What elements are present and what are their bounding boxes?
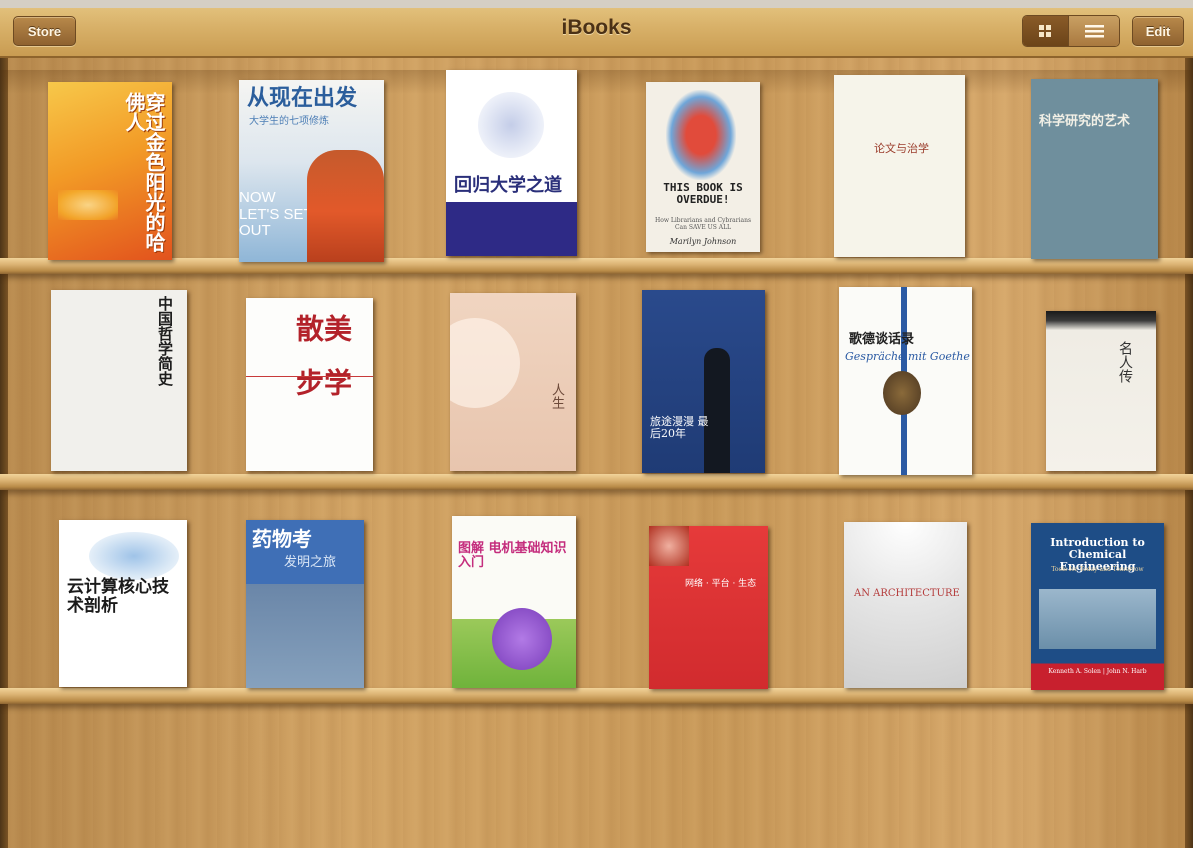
grid-view-button[interactable]	[1023, 16, 1068, 46]
top-toolbar: Store iBooks Edit	[0, 0, 1193, 58]
book-title: 歌德谈话录	[849, 332, 915, 347]
book-subtitle: How Librarians and Cybrarians Can SAVE U…	[654, 217, 752, 231]
shelf-3	[0, 688, 1193, 704]
book-title: 图解 电机基础知识入门	[458, 541, 567, 571]
book-title: 旅途漫漫 最后20年	[650, 415, 709, 441]
book-author: Marilyn Johnson	[669, 237, 737, 246]
cover-superhero-illustration	[666, 90, 736, 180]
cover-cloud-illustration	[89, 532, 179, 580]
book-cover[interactable]: 图解 电机基础知识入门	[452, 516, 576, 688]
shelf-2	[0, 474, 1193, 490]
cover-band	[446, 202, 577, 256]
book-author: Kenneth A. Solen | John N. Harb	[1048, 668, 1147, 675]
shelf-top-shadow	[0, 70, 1193, 94]
app-title: iBooks	[561, 16, 632, 39]
cover-moon	[450, 318, 520, 408]
book-english-title: NOW LET'S SET OUT	[239, 189, 313, 239]
grid-icon	[1039, 25, 1051, 37]
book-cover[interactable]: 科学研究的艺术	[1031, 79, 1158, 259]
book-title: 穿过金色阳光的哈佛人	[122, 92, 166, 252]
cover-photo-person	[307, 150, 384, 262]
book-cover[interactable]: 美学散步	[246, 298, 373, 471]
shelf-1	[0, 258, 1193, 274]
edit-button[interactable]: Edit	[1132, 16, 1184, 46]
book-cover[interactable]: 歌德谈话录 Gespräche mit Goethe	[839, 287, 972, 475]
cover-photo	[1039, 589, 1156, 649]
book-cover[interactable]: 网络 · 平台 · 生态	[649, 526, 768, 689]
book-title: AN ARCHITECTURE	[854, 588, 960, 599]
book-title: 美学散步	[292, 314, 353, 422]
book-title: 回归大学之道	[454, 175, 562, 196]
book-subtitle: 大学生的七项修炼	[249, 116, 329, 127]
book-title: 网络 · 平台 · 生态	[685, 579, 757, 589]
book-title: 名人传	[1117, 341, 1133, 383]
ibooks-app: Store iBooks Edit 穿过金色阳光的哈佛人 从现在出发 大学生的七…	[0, 0, 1193, 848]
book-cover[interactable]: 回归大学之道	[446, 70, 577, 256]
cover-rule	[246, 376, 373, 377]
cover-portrait	[883, 371, 921, 415]
view-mode-toggle	[1022, 15, 1120, 47]
book-cover[interactable]: 旅途漫漫 最后20年	[642, 290, 765, 473]
list-view-button[interactable]	[1068, 16, 1119, 46]
book-cover[interactable]: 人生	[450, 293, 576, 471]
book-title: 科学研究的艺术	[1039, 114, 1131, 129]
book-cover[interactable]: 论文与治学	[834, 75, 965, 257]
book-cover[interactable]: AN ARCHITECTURE	[844, 522, 967, 688]
book-title: 人生	[549, 383, 564, 409]
book-title: THIS BOOK IS OVERDUE!	[663, 181, 743, 207]
status-strip	[0, 0, 1193, 8]
book-title: 论文与治学	[874, 142, 929, 155]
book-title: 云计算核心技术剖析	[67, 577, 169, 616]
bookshelf-right-wall	[1185, 58, 1193, 848]
book-cover[interactable]: 穿过金色阳光的哈佛人	[48, 82, 172, 260]
list-icon	[1085, 25, 1104, 38]
book-title: 药物考	[252, 527, 312, 551]
cover-emblem	[649, 526, 689, 566]
book-cover[interactable]: Introduction to Chemical Engineering Too…	[1031, 523, 1164, 690]
bookshelf-left-wall	[0, 58, 8, 848]
book-cover[interactable]: 名人传	[1046, 311, 1156, 471]
book-cover[interactable]: 中国哲学简史	[51, 290, 187, 471]
book-subtitle: Tools for Today and Tomorrow	[1051, 566, 1144, 573]
cover-portrait	[704, 348, 730, 473]
cover-glow	[58, 190, 118, 220]
book-cover[interactable]: 从现在出发 大学生的七项修炼 NOW LET'S SET OUT	[239, 80, 384, 262]
book-cover[interactable]: 云计算核心技术剖析	[59, 520, 187, 687]
book-title: 从现在出发	[247, 85, 358, 111]
book-cover[interactable]: THIS BOOK IS OVERDUE! How Librarians and…	[646, 82, 760, 252]
book-subtitle: 发明之旅	[284, 555, 337, 570]
book-cover[interactable]: 药物考 发明之旅	[246, 520, 364, 688]
book-english-title: Gespräche mit Goethe	[845, 350, 970, 363]
cover-mascot-illustration	[492, 608, 552, 670]
book-title: 中国哲学简史	[156, 296, 174, 386]
cover-tree-illustration	[478, 92, 544, 158]
